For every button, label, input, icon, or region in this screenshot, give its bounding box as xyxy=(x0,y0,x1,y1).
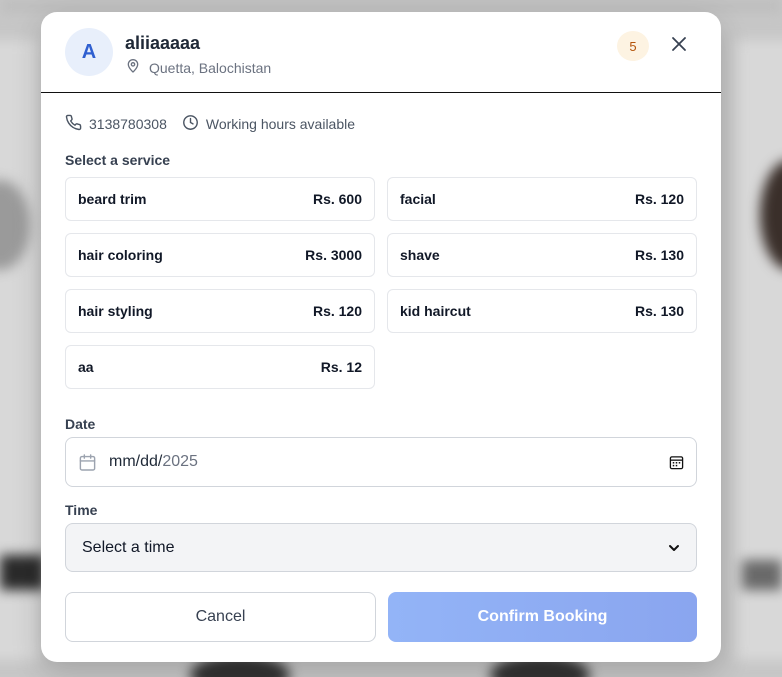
service-price: Rs. 600 xyxy=(312,191,362,207)
date-placeholder-mmdd: mm/dd/ xyxy=(109,453,163,470)
date-picker-button[interactable] xyxy=(669,455,684,470)
service-name: beard trim xyxy=(78,191,147,207)
date-label: Date xyxy=(65,416,96,432)
cancel-button[interactable]: Cancel xyxy=(65,592,376,642)
service-name: hair styling xyxy=(78,303,153,319)
service-price: Rs. 12 xyxy=(320,359,362,375)
service-name: hair coloring xyxy=(78,247,163,263)
clock-icon xyxy=(182,114,199,134)
service-name: kid haircut xyxy=(400,303,471,319)
service-option[interactable]: kid haircut Rs. 130 xyxy=(387,289,697,333)
hours-info: Working hours available xyxy=(182,114,355,134)
date-value: mm/dd/2025 xyxy=(109,453,198,471)
service-price: Rs. 120 xyxy=(312,303,362,319)
service-price: Rs. 130 xyxy=(634,303,684,319)
time-select-value: Select a time xyxy=(82,538,175,556)
hours-text: Working hours available xyxy=(205,116,356,132)
service-option[interactable]: shave Rs. 130 xyxy=(387,233,697,277)
time-label: Time xyxy=(65,502,98,518)
phone-number: 3138780308 xyxy=(89,116,167,132)
contact-info: 3138780308 Working hours available xyxy=(65,114,355,134)
backdrop-shape xyxy=(0,555,45,590)
service-price: Rs. 120 xyxy=(634,191,684,207)
service-price: Rs. 130 xyxy=(634,247,684,263)
services-label: Select a service xyxy=(65,152,171,168)
service-name: facial xyxy=(400,191,436,207)
service-option[interactable]: hair styling Rs. 120 xyxy=(65,289,375,333)
service-list: beard trim Rs. 600 facial Rs. 120 hair col… xyxy=(65,177,697,389)
service-name: shave xyxy=(400,247,440,263)
chevron-down-icon xyxy=(668,542,680,554)
service-option[interactable]: aa Rs. 12 xyxy=(65,345,375,389)
service-option[interactable]: beard trim Rs. 600 xyxy=(65,177,375,221)
close-button[interactable] xyxy=(667,34,691,58)
provider-name: aliiaaaaa xyxy=(125,33,201,53)
confirm-booking-button[interactable]: Confirm Booking xyxy=(388,592,697,642)
modal-header: A aliiaaaaa Quetta, Balochistan 5 xyxy=(41,12,721,93)
provider-location: Quetta, Balochistan xyxy=(125,58,271,77)
backdrop-shape xyxy=(742,560,782,590)
map-pin-icon xyxy=(125,58,141,77)
location-text: Quetta, Balochistan xyxy=(149,59,272,76)
close-icon xyxy=(671,36,687,57)
booking-modal: A aliiaaaaa Quetta, Balochistan 5 313878… xyxy=(41,12,721,662)
time-select[interactable]: Select a time xyxy=(65,523,697,572)
calendar-icon xyxy=(78,453,97,472)
service-option[interactable]: hair coloring Rs. 3000 xyxy=(65,233,375,277)
date-input[interactable]: mm/dd/2025 xyxy=(65,437,697,487)
avatar: A xyxy=(65,28,113,76)
service-name: aa xyxy=(78,359,94,375)
date-year: 2025 xyxy=(162,453,198,470)
service-price: Rs. 3000 xyxy=(305,247,362,263)
service-option[interactable]: facial Rs. 120 xyxy=(387,177,697,221)
backdrop-shape xyxy=(0,0,782,12)
rating-badge: 5 xyxy=(617,31,649,61)
phone-icon xyxy=(65,114,82,134)
phone-info: 3138780308 xyxy=(65,114,167,134)
